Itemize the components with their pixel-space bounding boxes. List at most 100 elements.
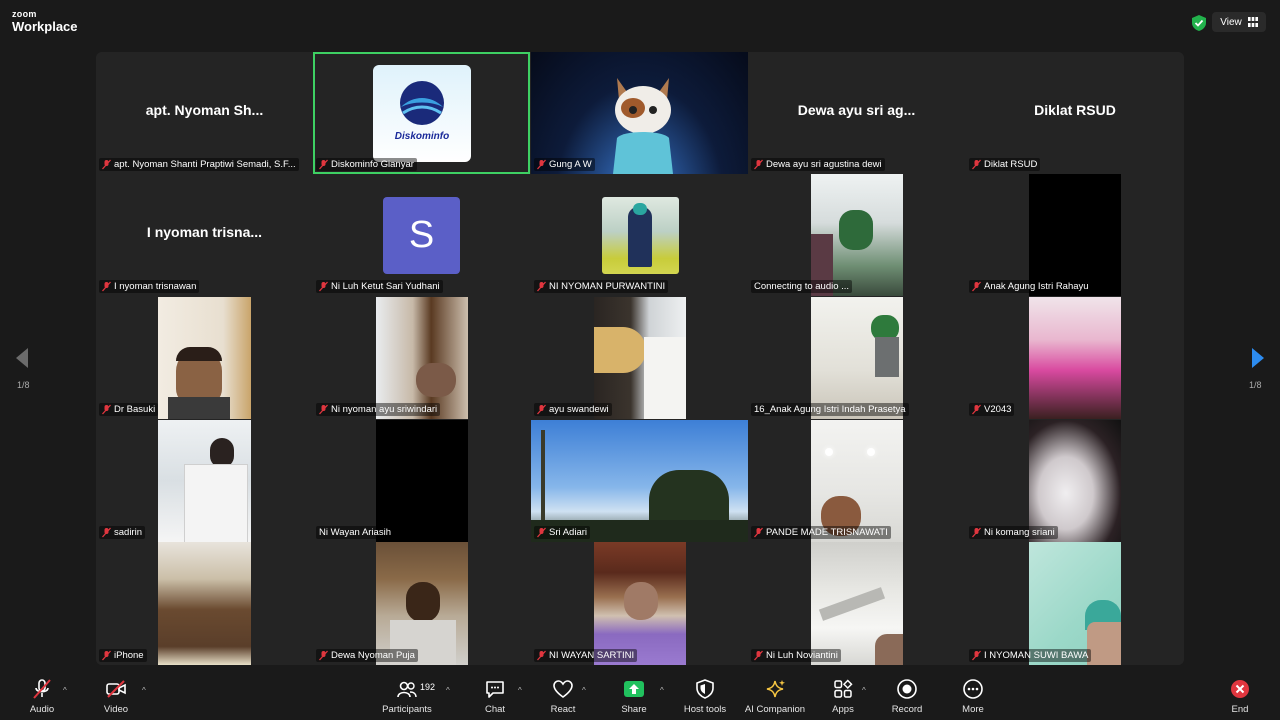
audio-label: Audio bbox=[29, 704, 55, 715]
participant-name: ayu swandewi bbox=[549, 404, 609, 415]
top-bar: zoom Workplace View bbox=[0, 0, 1280, 44]
muted-mic-icon bbox=[537, 159, 546, 170]
muted-mic-icon bbox=[754, 650, 763, 661]
participant-tile[interactable]: apt. Nyoman Sh... apt. Nyoman Shanti Pra… bbox=[96, 52, 313, 174]
heart-react-icon bbox=[553, 680, 573, 698]
participant-video bbox=[531, 420, 748, 542]
participant-tile[interactable]: I nyoman trisna... I nyoman trisnawan bbox=[96, 174, 313, 296]
page-indicator-right: 1/8 bbox=[1249, 380, 1262, 390]
video-label: Video bbox=[103, 704, 129, 715]
audio-options-caret[interactable]: ^ bbox=[63, 686, 67, 695]
participant-name: PANDE MADE TRISNAWATI bbox=[766, 527, 888, 538]
end-label: End bbox=[1231, 704, 1249, 715]
participant-name: sadirin bbox=[114, 527, 142, 538]
chat-label: Chat bbox=[484, 704, 506, 715]
participant-name: Dr Basuki bbox=[114, 404, 156, 415]
apps-button[interactable]: Apps bbox=[826, 678, 860, 718]
video-options-caret[interactable]: ^ bbox=[142, 686, 146, 695]
participant-tile[interactable]: Gung A W bbox=[531, 52, 748, 174]
participant-tile[interactable]: sadirin bbox=[96, 420, 313, 542]
participant-video bbox=[158, 542, 251, 665]
view-button[interactable]: View bbox=[1212, 12, 1266, 32]
participants-label: Participants bbox=[382, 704, 432, 715]
participant-video bbox=[811, 297, 903, 419]
diskominfo-logo: Diskominfo bbox=[373, 65, 471, 162]
participant-name-tag: Diklat RSUD bbox=[969, 158, 1041, 171]
participant-tile[interactable]: iPhone bbox=[96, 542, 313, 665]
muted-mic-icon bbox=[754, 527, 763, 538]
record-button[interactable]: Record bbox=[889, 678, 925, 718]
participant-video bbox=[376, 542, 468, 665]
react-button[interactable]: React bbox=[546, 678, 580, 718]
participant-name-tag: Ni Wayan Ariasih bbox=[316, 526, 394, 539]
grid-icon bbox=[1247, 17, 1258, 27]
ai-companion-button[interactable]: AI Companion bbox=[742, 678, 808, 718]
participant-tile[interactable]: NI NYOMAN PURWANTINI bbox=[531, 174, 748, 296]
participant-tile[interactable]: Connecting to audio ... bbox=[748, 174, 965, 296]
participant-video bbox=[594, 297, 686, 419]
participant-tile[interactable]: ayu swandewi bbox=[531, 297, 748, 419]
shield-check-icon[interactable] bbox=[1190, 14, 1208, 32]
chat-options-caret[interactable]: ^ bbox=[518, 686, 522, 695]
participant-name: Ni nyoman ayu sriwindari bbox=[331, 404, 438, 415]
participant-tile[interactable]: Ni Luh Noviantini bbox=[748, 542, 965, 665]
participant-tile[interactable]: Anak Agung Istri Rahayu bbox=[966, 174, 1184, 296]
chat-button[interactable]: Chat bbox=[478, 678, 512, 718]
participant-tile[interactable]: Dewa ayu sri ag... Dewa ayu sri agustina… bbox=[748, 52, 965, 174]
participant-name: Anak Agung Istri Rahayu bbox=[984, 281, 1089, 292]
participant-video bbox=[811, 420, 903, 542]
muted-mic-icon bbox=[102, 404, 111, 415]
participant-video bbox=[158, 420, 251, 542]
participant-tile[interactable]: Ni Wayan Ariasih bbox=[313, 420, 530, 542]
participant-video bbox=[1029, 420, 1121, 542]
participant-name: V2043 bbox=[984, 404, 1012, 415]
muted-mic-icon bbox=[537, 404, 546, 415]
participant-display-name: I nyoman trisna... bbox=[146, 224, 263, 240]
participant-name: Dewa ayu sri agustina dewi bbox=[766, 159, 882, 170]
next-page-arrow-icon[interactable] bbox=[1250, 346, 1266, 370]
participant-name-tag: Ni nyoman ayu sriwindari bbox=[316, 403, 441, 416]
participant-name: Diskominfo Gianyar bbox=[331, 159, 414, 170]
participant-name: Ni komang sriani bbox=[984, 527, 1055, 538]
participant-tile[interactable]: NI WAYAN SARTINI bbox=[531, 542, 748, 665]
participant-tile[interactable]: V2043 bbox=[966, 297, 1184, 419]
participant-tile[interactable]: 16_Anak Agung Istri Indah Prasetya bbox=[748, 297, 965, 419]
end-button[interactable]: End bbox=[1224, 678, 1256, 718]
zoom-workplace-logo: zoom Workplace bbox=[12, 10, 78, 34]
participant-name-tag: PANDE MADE TRISNAWATI bbox=[751, 526, 891, 539]
apps-options-caret[interactable]: ^ bbox=[862, 686, 866, 695]
participant-tile[interactable]: Ni komang sriani bbox=[966, 420, 1184, 542]
participant-name: Ni Wayan Ariasih bbox=[319, 527, 391, 538]
participants-options-caret[interactable]: ^ bbox=[446, 686, 450, 695]
muted-mic-icon bbox=[102, 650, 111, 661]
participant-name: Ni Luh Ketut Sari Yudhani bbox=[331, 281, 440, 292]
participant-display-name: Dewa ayu sri ag... bbox=[797, 102, 916, 118]
previous-page-arrow-icon[interactable] bbox=[14, 346, 30, 370]
participant-tile[interactable]: Ni nyoman ayu sriwindari bbox=[313, 297, 530, 419]
participant-display-name: Diklat RSUD bbox=[1034, 102, 1116, 118]
react-options-caret[interactable]: ^ bbox=[582, 686, 586, 695]
end-meeting-icon bbox=[1231, 680, 1249, 698]
participant-tile[interactable]: Dr Basuki bbox=[96, 297, 313, 419]
participant-name-tag: Dr Basuki bbox=[99, 403, 159, 416]
muted-mic-icon bbox=[319, 281, 328, 292]
more-button[interactable]: More bbox=[956, 678, 990, 718]
video-button[interactable]: Video bbox=[98, 678, 134, 718]
share-button[interactable]: Share bbox=[617, 678, 651, 718]
diskominfo-logo-text: Diskominfo bbox=[394, 131, 450, 142]
participant-tile-active-speaker[interactable]: Diskominfo Diskominfo Gianyar bbox=[313, 52, 530, 174]
participant-tile[interactable]: S Ni Luh Ketut Sari Yudhani bbox=[313, 174, 530, 296]
host-tools-button[interactable]: Host tools bbox=[682, 678, 728, 718]
video-gallery: apt. Nyoman Sh... apt. Nyoman Shanti Pra… bbox=[96, 52, 1184, 665]
audio-button[interactable]: Audio bbox=[24, 678, 60, 718]
participant-tile[interactable]: I NYOMAN SUWI BAWA bbox=[966, 542, 1184, 665]
participant-video bbox=[376, 297, 468, 419]
participant-tile[interactable]: Dewa Nyoman Puja bbox=[313, 542, 530, 665]
participant-tile[interactable]: Sri Adiari bbox=[531, 420, 748, 542]
participant-name-tag: 16_Anak Agung Istri Indah Prasetya bbox=[751, 403, 909, 416]
react-label: React bbox=[550, 704, 576, 715]
participant-tile[interactable]: PANDE MADE TRISNAWATI bbox=[748, 420, 965, 542]
participant-tile[interactable]: Diklat RSUD Diklat RSUD bbox=[966, 52, 1184, 174]
ai-sparkle-icon bbox=[766, 680, 785, 698]
share-options-caret[interactable]: ^ bbox=[660, 686, 664, 695]
